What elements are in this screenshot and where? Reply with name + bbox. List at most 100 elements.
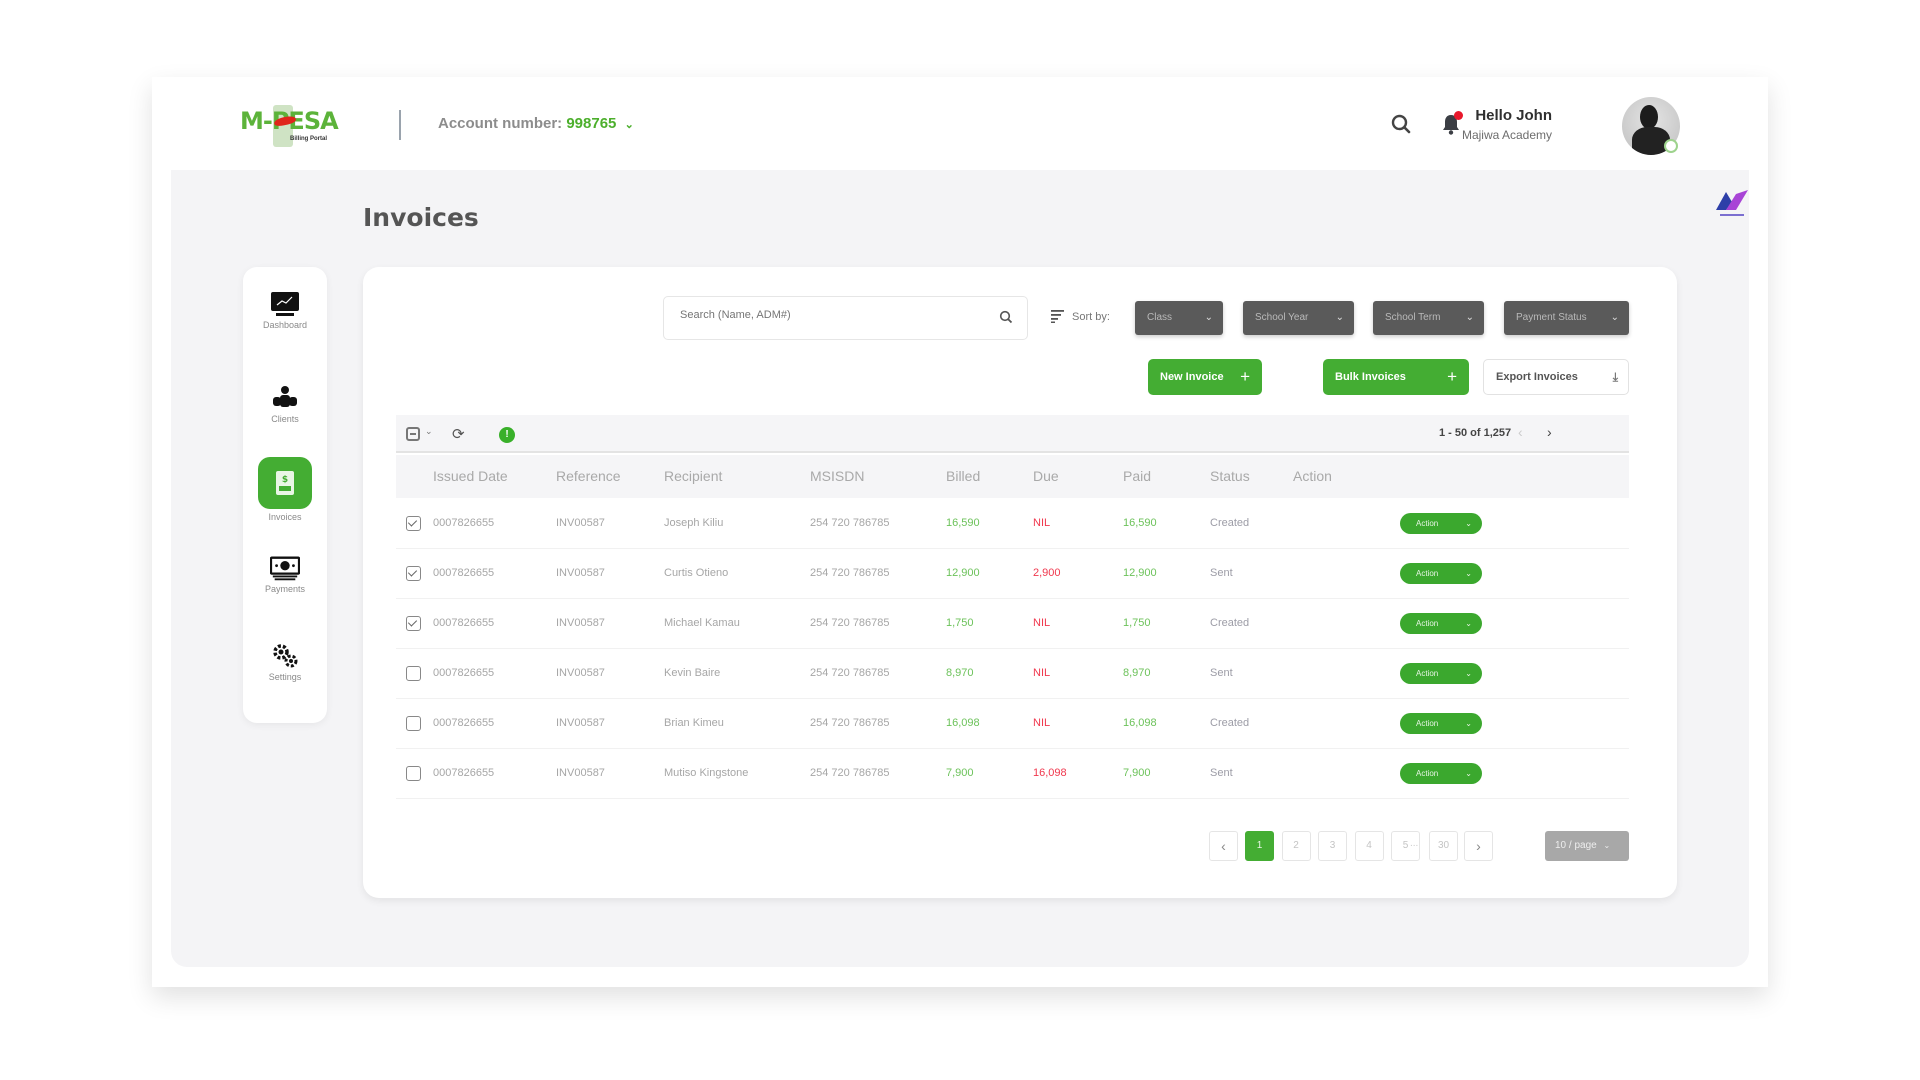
refresh-icon[interactable]: ⟳	[452, 425, 465, 443]
page-title: Invoices	[363, 203, 479, 232]
svg-text:$: $	[282, 475, 288, 485]
column-header-paid[interactable]: Paid	[1123, 468, 1151, 484]
action-label: Action	[1416, 669, 1439, 678]
pagination-page-2[interactable]: 2	[1281, 831, 1311, 861]
download-icon: ⤓	[1612, 370, 1618, 384]
filter-school-year-dropdown[interactable]: School Year ⌄	[1243, 301, 1354, 335]
table-row[interactable]: 0007826655 INV00587 Curtis Otieno 254 720 7…	[396, 549, 1629, 599]
cell-status: Sent	[1210, 567, 1233, 579]
chevron-down-icon: ⌄	[1603, 841, 1611, 850]
row-checkbox[interactable]	[406, 616, 421, 631]
sidebar-item-invoices[interactable]: $ Invoices	[243, 457, 327, 522]
cell-recipient: Brian Kimeu	[664, 717, 724, 729]
cell-billed: 16,590	[946, 517, 980, 529]
account-number: 998765	[566, 115, 617, 132]
chevron-down-icon: ⌄	[1204, 312, 1213, 323]
gears-icon	[270, 643, 300, 669]
cell-recipient: Curtis Otieno	[664, 567, 729, 579]
column-header-due[interactable]: Due	[1033, 468, 1059, 484]
row-checkbox[interactable]	[406, 516, 421, 531]
sidebar-label: Clients	[271, 414, 299, 424]
search-icon[interactable]	[999, 310, 1013, 329]
search-icon[interactable]	[1390, 113, 1412, 135]
cell-due: 16,098	[1033, 767, 1067, 779]
cell-date: 0007826655	[433, 517, 495, 529]
organization-name: Majiwa Academy	[1461, 128, 1552, 142]
search-input[interactable]	[680, 309, 980, 321]
action-dropdown-button[interactable]: Action ⌄	[1400, 713, 1482, 734]
notification-bell-icon[interactable]	[1441, 111, 1463, 137]
cell-msisdn: 254 720 786785	[810, 567, 890, 579]
chevron-down-icon: ⌄	[1465, 769, 1472, 778]
action-dropdown-button[interactable]: Action ⌄	[1400, 763, 1482, 784]
button-label: New Invoice	[1160, 371, 1224, 383]
avatar-head	[1640, 105, 1658, 129]
chevron-right-icon[interactable]: ›	[1547, 424, 1552, 440]
pagination-page-last[interactable]: 30	[1429, 831, 1458, 861]
chevron-down-icon: ⌄	[1465, 719, 1472, 728]
row-checkbox[interactable]	[406, 766, 421, 781]
column-header-status[interactable]: Status	[1210, 468, 1250, 484]
pagination-range: 1 - 50 of 1,257	[1439, 427, 1512, 439]
sidebar-item-payments[interactable]: Payments	[243, 555, 327, 594]
chevron-down-icon[interactable]: ⌄	[425, 426, 433, 437]
sidebar-item-clients[interactable]: Clients	[243, 385, 327, 424]
table-row[interactable]: 0007826655 INV00587 Brian Kimeu 254 720 786…	[396, 699, 1629, 749]
row-checkbox[interactable]	[406, 716, 421, 731]
column-header-reference[interactable]: Reference	[556, 468, 621, 484]
chevron-down-icon: ⌄	[1465, 519, 1472, 528]
column-header-billed[interactable]: Billed	[946, 468, 980, 484]
action-dropdown-button[interactable]: Action ⌄	[1400, 663, 1482, 684]
sidebar-item-settings[interactable]: Settings	[243, 643, 327, 682]
cell-paid: 7,900	[1123, 767, 1151, 779]
column-header-issued-date[interactable]: Issued Date	[433, 468, 508, 484]
pagination-next-button[interactable]: ›	[1464, 831, 1493, 861]
bulk-invoices-button[interactable]: Bulk Invoices +	[1323, 359, 1469, 395]
row-checkbox[interactable]	[406, 566, 421, 581]
cell-status: Sent	[1210, 667, 1233, 679]
cell-status: Sent	[1210, 767, 1233, 779]
table-row[interactable]: 0007826655 INV00587 Michael Kamau 254 720 7…	[396, 599, 1629, 649]
pagination-prev-button[interactable]: ‹	[1209, 831, 1238, 861]
chevron-down-icon: ⌄	[1335, 312, 1344, 323]
filter-payment-status-dropdown[interactable]: Payment Status ⌄	[1504, 301, 1629, 335]
pagination-page-3[interactable]: 3	[1318, 831, 1347, 861]
new-invoice-button[interactable]: New Invoice +	[1148, 359, 1262, 395]
account-selector[interactable]: Account number: 998765 ⌄	[438, 115, 634, 132]
page-size-select[interactable]: 10 / page ⌄	[1545, 831, 1629, 861]
cell-msisdn: 254 720 786785	[810, 517, 890, 529]
export-invoices-button[interactable]: Export Invoices ⤓	[1483, 359, 1629, 395]
pagination-page-4[interactable]: 4	[1354, 831, 1384, 861]
table-row[interactable]: 0007826655 INV00587 Kevin Baire 254 720 786…	[396, 649, 1629, 699]
chevron-left-icon[interactable]: ‹	[1518, 424, 1523, 440]
action-dropdown-button[interactable]: Action ⌄	[1400, 513, 1482, 534]
action-label: Action	[1416, 719, 1439, 728]
column-header-recipient[interactable]: Recipient	[664, 468, 722, 484]
top-bar: M-PESA Billing Portal Account number: 99…	[152, 77, 1768, 170]
search-field[interactable]	[663, 296, 1028, 340]
table-row[interactable]: 0007826655 INV00587 Joseph Kiliu 254 720 78…	[396, 499, 1629, 549]
pagination-ellipsis: ...	[1410, 838, 1419, 849]
cell-due: NIL	[1033, 717, 1051, 729]
filter-school-term-dropdown[interactable]: School Term ⌄	[1373, 301, 1484, 335]
sidebar-item-dashboard[interactable]: Dashboard	[243, 291, 327, 330]
mpesa-logo[interactable]: M-PESA Billing Portal	[240, 103, 340, 149]
pagination-page-1[interactable]: 1	[1245, 831, 1274, 861]
account-label: Account number:	[438, 115, 563, 132]
online-status-icon	[1664, 139, 1678, 153]
clients-icon	[270, 385, 300, 411]
row-checkbox[interactable]	[406, 666, 421, 681]
action-dropdown-button[interactable]: Action ⌄	[1400, 563, 1482, 584]
action-label: Action	[1416, 519, 1439, 528]
select-all-checkbox[interactable]	[406, 427, 420, 441]
cell-date: 0007826655	[433, 667, 495, 679]
cell-billed: 7,900	[946, 767, 974, 779]
cell-due: NIL	[1033, 617, 1051, 629]
dropdown-label: School Term	[1385, 312, 1441, 323]
cell-paid: 16,098	[1123, 717, 1157, 729]
info-icon[interactable]: !	[499, 427, 515, 443]
table-row[interactable]: 0007826655 INV00587 Mutiso Kingstone 254 72…	[396, 749, 1629, 799]
column-header-msisdn[interactable]: MSISDN	[810, 468, 864, 484]
action-dropdown-button[interactable]: Action ⌄	[1400, 613, 1482, 634]
filter-class-dropdown[interactable]: Class ⌄	[1135, 301, 1223, 335]
